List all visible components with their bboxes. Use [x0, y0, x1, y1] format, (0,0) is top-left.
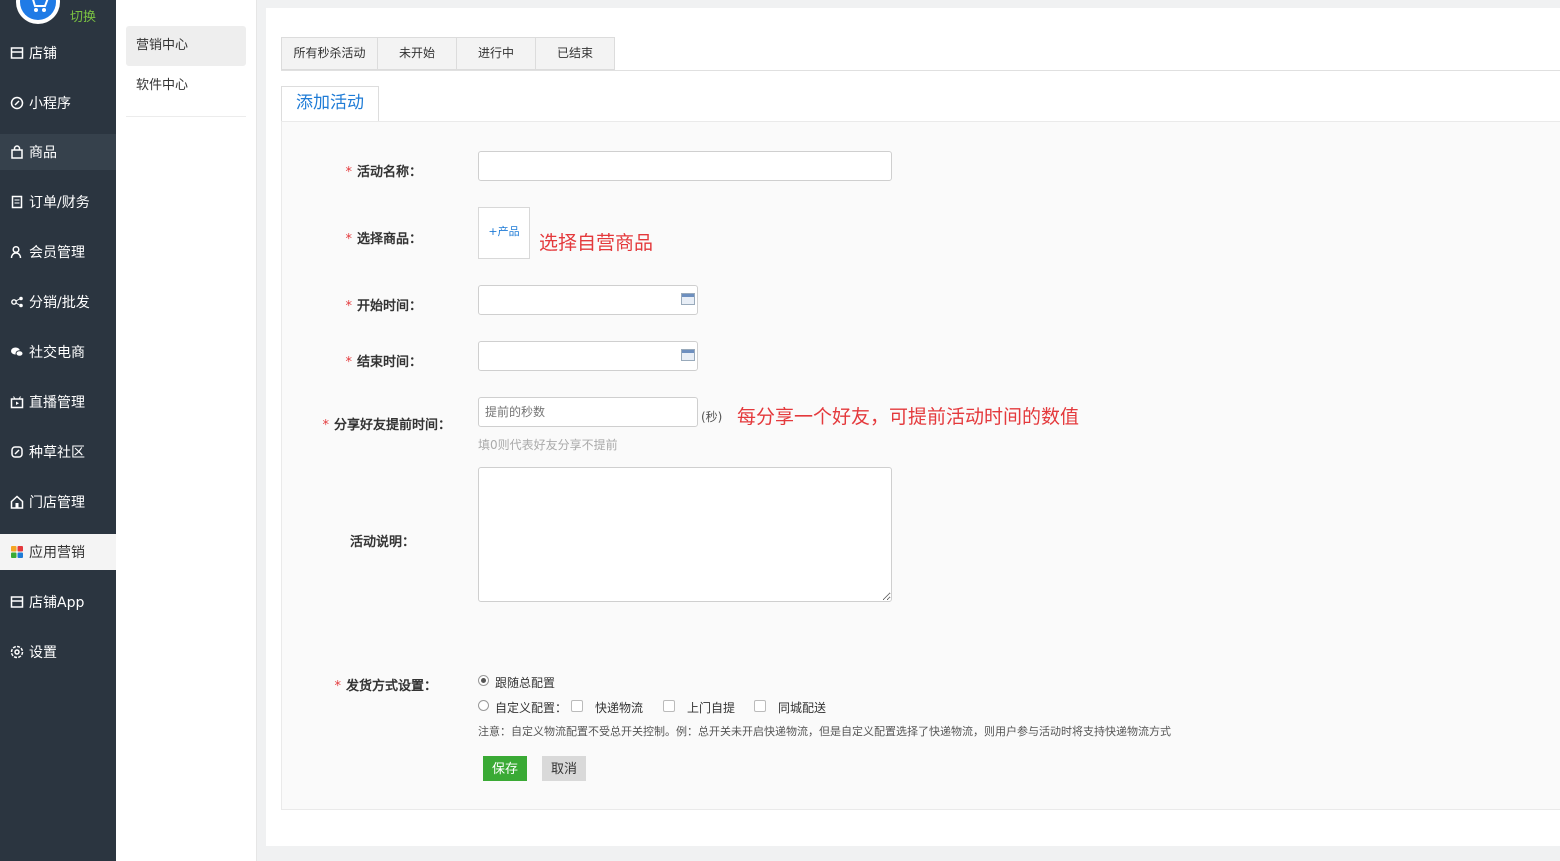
- sidebar-item-label: 店铺App: [29, 595, 85, 611]
- calendar-icon[interactable]: [681, 293, 695, 305]
- gear-icon: [9, 644, 25, 660]
- share-hint: 填0则代表好友分享不提前: [478, 438, 618, 452]
- start-time-label: * 开始时间：: [345, 299, 422, 314]
- sidebar-item-social[interactable]: 社交电商: [0, 334, 116, 370]
- radio-follow-global[interactable]: [478, 675, 489, 686]
- share-note: 每分享一个好友，可提前活动时间的数值: [737, 406, 1080, 428]
- bag-icon: [9, 144, 25, 160]
- activity-name-label: * 活动名称：: [345, 165, 422, 180]
- required-mark: *: [322, 418, 329, 433]
- sidebar-item-settings[interactable]: 设置: [0, 634, 116, 670]
- required-mark: *: [345, 165, 352, 180]
- divider: [126, 116, 246, 117]
- product-note: 选择自营商品: [539, 232, 654, 254]
- radio-custom-label: 自定义配置：: [495, 701, 568, 715]
- sidebar-item-orders[interactable]: 订单/财务: [0, 184, 116, 220]
- sidebar-item-app-marketing[interactable]: 应用营销: [0, 534, 116, 570]
- share-advance-label: * 分享好友提前时间：: [322, 418, 451, 433]
- sidebar-item-community[interactable]: 种草社区: [0, 434, 116, 470]
- subnav-item-marketing-center[interactable]: 营销中心: [126, 26, 246, 66]
- sidebar-item-members[interactable]: 会员管理: [0, 234, 116, 270]
- sidebar-item-label: 社交电商: [29, 345, 85, 361]
- sidebar-item-goods[interactable]: 商品: [0, 134, 116, 170]
- calendar-icon[interactable]: [681, 349, 695, 361]
- main-sidebar: 切换 店铺 小程序 商品 订单/财务 会员管理 分销/批发 社交电商 直播管理 …: [0, 0, 116, 861]
- chat-icon: [9, 344, 25, 360]
- sidebar-item-label: 分销/批发: [29, 295, 90, 311]
- sidebar-item-label: 订单/财务: [29, 195, 90, 211]
- apps-icon: [9, 544, 25, 560]
- product-label: * 选择商品：: [345, 232, 422, 247]
- sidebar-item-label: 设置: [29, 645, 57, 661]
- link-icon: [9, 95, 25, 111]
- sidebar-item-stores[interactable]: 门店管理: [0, 484, 116, 520]
- radio-custom[interactable]: [478, 700, 489, 711]
- leaf-icon: [9, 444, 25, 460]
- home-icon: [9, 494, 25, 510]
- required-mark: *: [345, 355, 352, 370]
- sidebar-item-live[interactable]: 直播管理: [0, 384, 116, 420]
- clipboard-icon: [9, 194, 25, 210]
- tab-in-progress[interactable]: 进行中: [457, 37, 536, 70]
- cancel-button[interactable]: 取消: [542, 756, 586, 781]
- checkbox-local-label: 同城配送: [778, 701, 827, 715]
- checkbox-pickup-label: 上门自提: [687, 701, 736, 715]
- divider: [281, 70, 1560, 71]
- activity-name-input[interactable]: [478, 151, 892, 181]
- sidebar-item-store-app[interactable]: 店铺App: [0, 584, 116, 620]
- sidebar-item-miniprogram[interactable]: 小程序: [0, 85, 116, 121]
- store-icon: [9, 45, 25, 61]
- add-product-button[interactable]: +产品: [478, 207, 530, 259]
- checkbox-pickup[interactable]: [663, 700, 675, 712]
- secondary-sidebar: 营销中心 软件中心: [116, 0, 257, 861]
- radio-follow-global-label: 跟随总配置: [495, 676, 556, 690]
- sidebar-item-label: 商品: [29, 145, 57, 161]
- sidebar-item-label: 门店管理: [29, 495, 85, 511]
- sidebar-item-label: 店铺: [29, 46, 57, 62]
- cart-icon: [20, 0, 56, 20]
- tab-ended[interactable]: 已结束: [536, 37, 615, 70]
- checkbox-express-label: 快递物流: [595, 701, 644, 715]
- delivery-label: * 发货方式设置：: [334, 679, 437, 694]
- sidebar-item-label: 会员管理: [29, 245, 85, 261]
- add-activity-form: * 活动名称： * 选择商品： +产品 选择自营商品 * 开始时间： * 结束时间： *…: [281, 121, 1560, 810]
- activity-tabs: 所有秒杀活动 未开始 进行中 已结束: [281, 37, 615, 70]
- required-mark: *: [345, 299, 352, 314]
- description-textarea[interactable]: [478, 467, 892, 602]
- share-nodes-icon: [9, 294, 25, 310]
- required-mark: *: [345, 232, 352, 247]
- tab-all-flash-sales[interactable]: 所有秒杀活动: [281, 37, 378, 70]
- sidebar-item-store[interactable]: 店铺: [0, 35, 116, 71]
- tab-add-activity[interactable]: 添加活动: [281, 86, 379, 121]
- user-icon: [9, 244, 25, 260]
- checkbox-express[interactable]: [571, 700, 583, 712]
- video-icon: [9, 394, 25, 410]
- start-time-input[interactable]: [478, 285, 698, 315]
- end-time-input[interactable]: [478, 341, 698, 371]
- tab-not-started[interactable]: 未开始: [378, 37, 457, 70]
- store-icon: [9, 594, 25, 610]
- main-panel: 所有秒杀活动 未开始 进行中 已结束 添加活动 * 活动名称： * 选择商品： +产…: [266, 8, 1560, 846]
- required-mark: *: [334, 679, 341, 694]
- switch-link[interactable]: 切换: [70, 6, 96, 25]
- sidebar-item-distribution[interactable]: 分销/批发: [0, 284, 116, 320]
- sidebar-item-label: 应用营销: [29, 545, 85, 561]
- save-button[interactable]: 保存: [483, 756, 527, 781]
- sidebar-item-label: 直播管理: [29, 395, 85, 411]
- end-time-label: * 结束时间：: [345, 355, 422, 370]
- sidebar-item-label: 小程序: [29, 96, 71, 112]
- sidebar-item-label: 种草社区: [29, 445, 85, 461]
- share-advance-input[interactable]: [478, 397, 698, 427]
- shop-logo[interactable]: [16, 0, 60, 24]
- checkbox-local[interactable]: [754, 700, 766, 712]
- description-label: 活动说明：: [349, 535, 415, 550]
- delivery-note: 注意：自定义物流配置不受总开关控制。例：总开关未开启快递物流，但是自定义配置选择…: [478, 725, 1171, 738]
- subnav-item-software-center[interactable]: 软件中心: [126, 66, 246, 106]
- seconds-unit: (秒): [701, 410, 723, 424]
